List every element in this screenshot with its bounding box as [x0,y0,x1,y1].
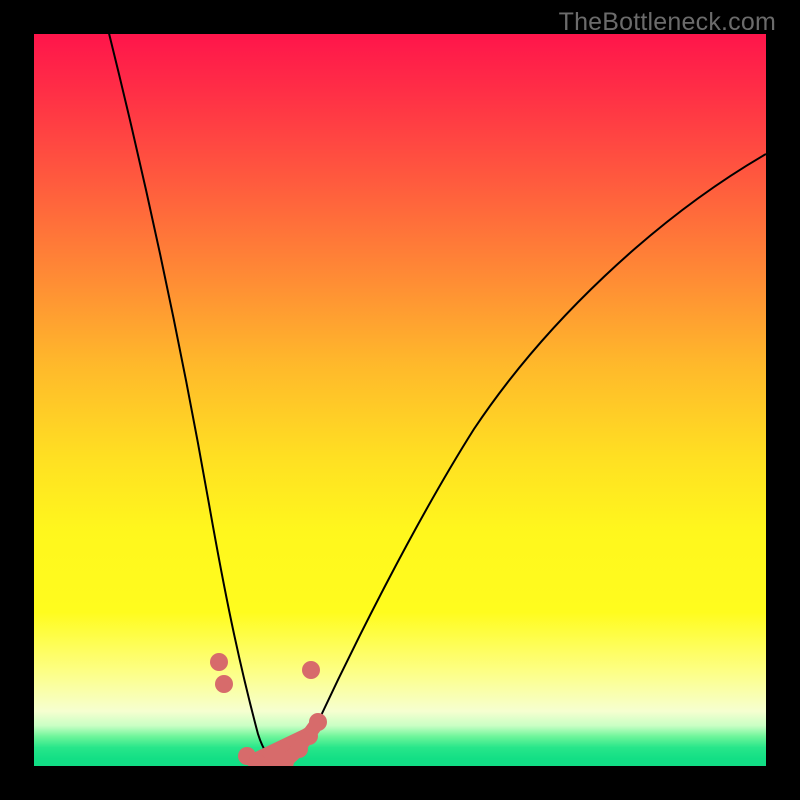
marker-dot [309,713,327,731]
marker-group [210,653,327,766]
bottleneck-curve [94,34,766,763]
plot-area [34,34,766,766]
watermark-text: TheBottleneck.com [559,8,776,37]
chart-svg [34,34,766,766]
marker-dot [302,661,320,679]
chart-frame: TheBottleneck.com [0,0,800,800]
marker-dot [215,675,233,693]
marker-dot [210,653,228,671]
